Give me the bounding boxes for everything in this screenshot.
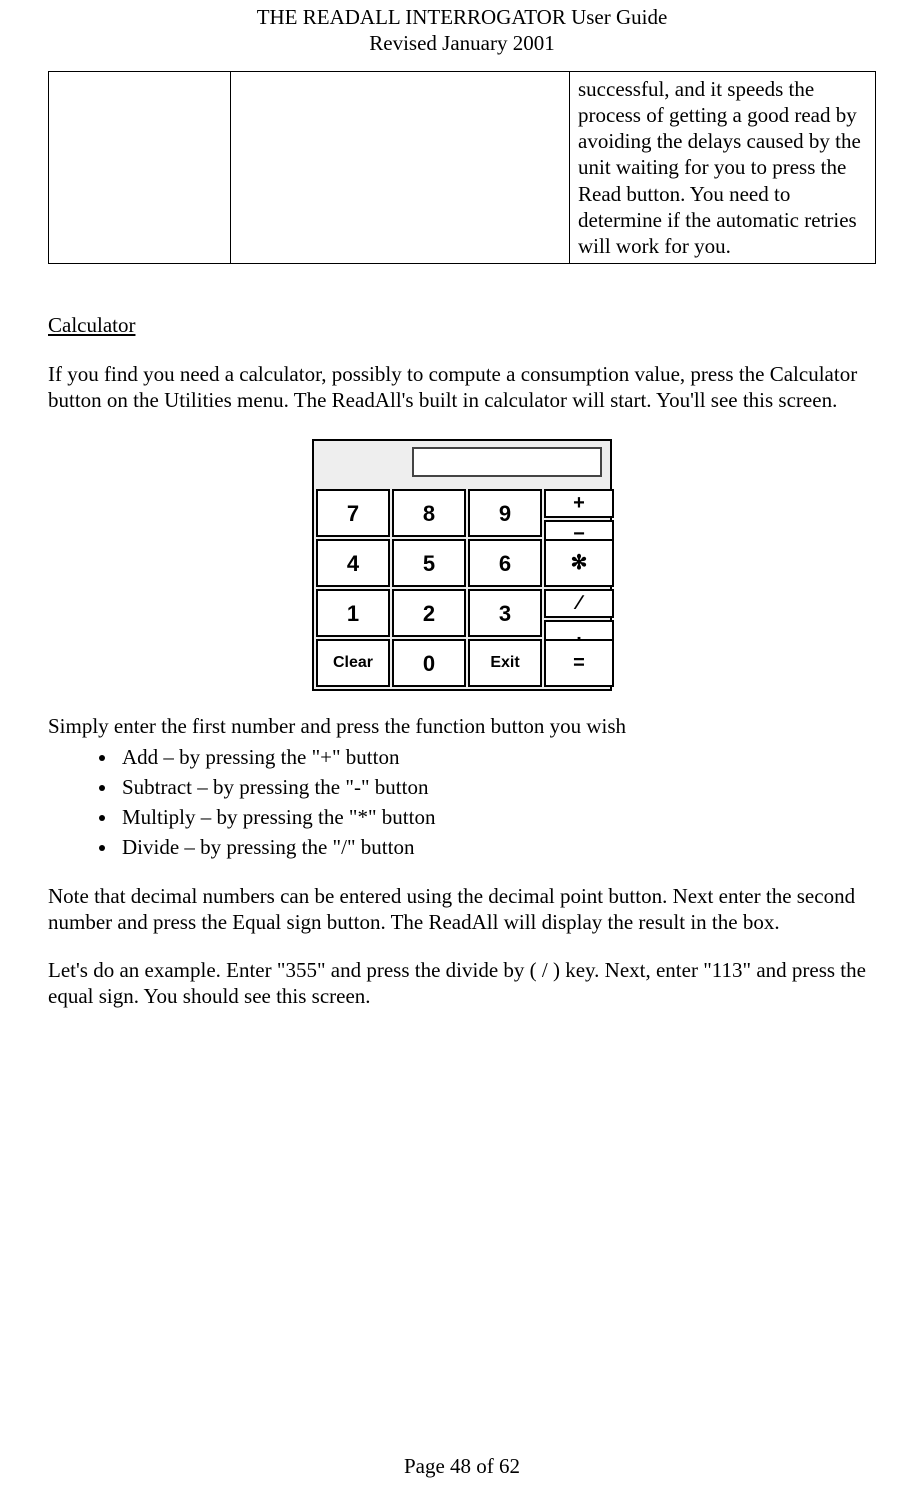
calculator-display[interactable] [412,447,602,477]
list-item: Divide – by pressing the "/" button [118,834,876,860]
list-item: Multiply – by pressing the "*" button [118,804,876,830]
calc-key-divide[interactable]: ∕ [544,589,614,618]
calc-key-multiply[interactable]: ✻ [544,539,614,587]
calculator-figure: 7 8 9 + − 4 5 6 ✻ 1 2 3 ∕ . [312,439,612,691]
calc-key-clear[interactable]: Clear [316,639,390,687]
calc-key-1[interactable]: 1 [316,589,390,637]
list-item: Subtract – by pressing the "-" button [118,774,876,800]
table-cell [49,71,231,264]
calc-key-9[interactable]: 9 [468,489,542,537]
instructions-lead: Simply enter the first number and press … [48,713,876,739]
calc-key-6[interactable]: 6 [468,539,542,587]
list-item: Add – by pressing the "+" button [118,744,876,770]
calc-key-3[interactable]: 3 [468,589,542,637]
section-heading-calculator: Calculator [48,312,876,338]
calc-key-8[interactable]: 8 [392,489,466,537]
calc-key-2[interactable]: 2 [392,589,466,637]
example-paragraph: Let's do an example. Enter "355" and pre… [48,957,876,1010]
page-header: THE READALL INTERROGATOR User Guide Revi… [48,0,876,57]
calc-key-5[interactable]: 5 [392,539,466,587]
table-cell: successful, and it speeds the process of… [570,71,876,264]
calculator-display-row [314,441,610,487]
calc-key-plus[interactable]: + [544,489,614,518]
calc-key-exit[interactable]: Exit [468,639,542,687]
table-row: successful, and it speeds the process of… [49,71,876,264]
note-paragraph: Note that decimal numbers can be entered… [48,883,876,936]
doc-title: THE READALL INTERROGATOR User Guide [48,4,876,30]
calc-key-7[interactable]: 7 [316,489,390,537]
instructions-list: Add – by pressing the "+" button Subtrac… [48,744,876,861]
doc-revised: Revised January 2001 [48,30,876,56]
page-footer: Page 48 of 62 [0,1453,924,1479]
calculator-panel: 7 8 9 + − 4 5 6 ✻ 1 2 3 ∕ . [312,439,612,691]
intro-paragraph: If you find you need a calculator, possi… [48,361,876,414]
table-fragment: successful, and it speeds the process of… [48,71,876,265]
table-cell [230,71,569,264]
calc-key-equals[interactable]: = [544,639,614,687]
calc-key-0[interactable]: 0 [392,639,466,687]
calc-key-4[interactable]: 4 [316,539,390,587]
